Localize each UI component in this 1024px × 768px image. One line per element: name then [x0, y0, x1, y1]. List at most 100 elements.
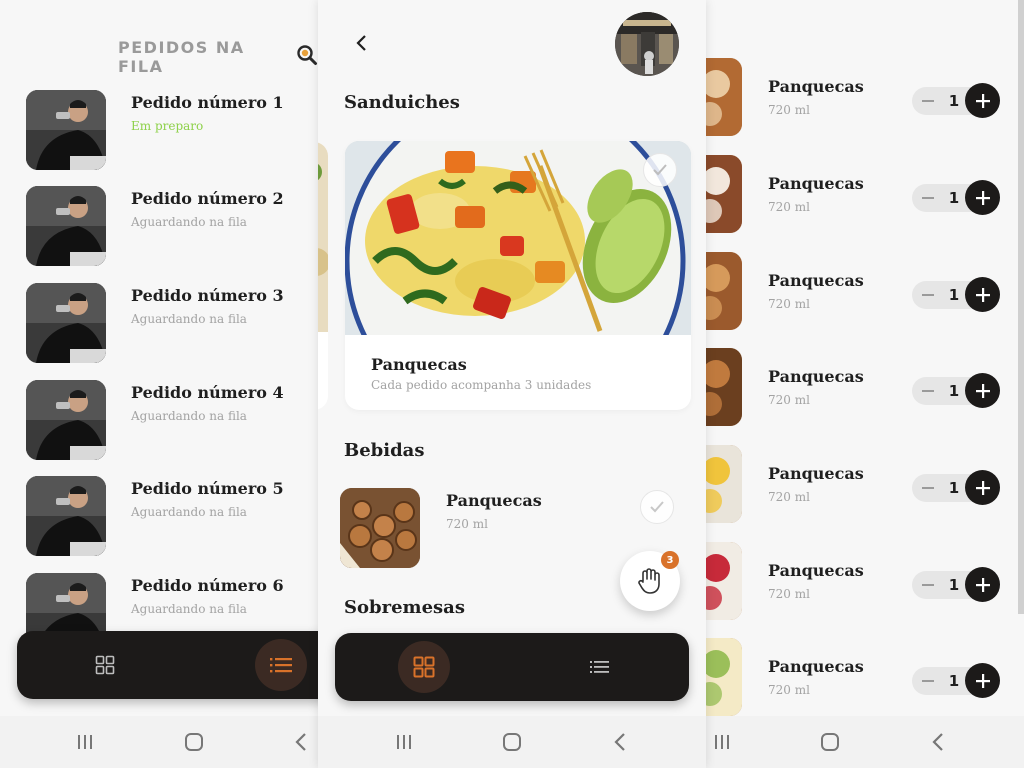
- recents-icon[interactable]: [710, 730, 734, 754]
- increase-button[interactable]: [965, 663, 1000, 698]
- order-item[interactable]: Pedido número 1 Em preparo: [26, 90, 306, 170]
- plus-icon: [975, 190, 990, 205]
- order-status: Aguardando na fila: [131, 312, 247, 326]
- increase-button[interactable]: [965, 180, 1000, 215]
- home-icon[interactable]: [818, 730, 842, 754]
- cart-item: Panquecas 720 ml 1: [706, 348, 1024, 428]
- item-thumbnail: [706, 155, 742, 233]
- select-check-button[interactable]: [643, 153, 677, 187]
- item-name: Panquecas: [768, 657, 864, 676]
- minus-icon: [922, 100, 934, 102]
- nav-grid-button[interactable]: [398, 641, 450, 693]
- increase-button[interactable]: [965, 567, 1000, 602]
- minus-icon: [922, 390, 934, 392]
- section-title-sandwiches: Sanduiches: [344, 92, 460, 113]
- drink-size: 720 ml: [446, 517, 488, 531]
- decrease-button[interactable]: [918, 285, 938, 305]
- scrollbar[interactable]: [1018, 0, 1024, 614]
- customer-photo: [26, 283, 106, 363]
- queue-header: PEDIDOS NA FILA: [118, 38, 318, 76]
- minus-icon: [922, 487, 934, 489]
- system-navigation-bar: [318, 716, 706, 768]
- cart-item: Panquecas 720 ml 1: [706, 445, 1024, 525]
- order-item[interactable]: Pedido número 2 Aguardando na fila: [26, 186, 306, 266]
- recents-icon[interactable]: [392, 730, 416, 754]
- cart-item: Panquecas 720 ml 1: [706, 252, 1024, 332]
- item-size: 720 ml: [768, 200, 810, 214]
- drink-thumbnail[interactable]: [340, 488, 420, 568]
- nav-list-button[interactable]: [574, 641, 626, 693]
- featured-product-card[interactable]: Panquecas Cada pedido acompanha 3 unidad…: [345, 141, 691, 410]
- order-status: Aguardando na fila: [131, 602, 247, 616]
- minus-icon: [922, 584, 934, 586]
- hand-icon: [638, 568, 660, 594]
- cart-screen: Panquecas 720 ml 1 Panquecas 720 ml 1 Panqueca…: [706, 0, 1024, 768]
- decrease-button[interactable]: [918, 671, 938, 691]
- cart-item: Panquecas 720 ml 1: [706, 542, 1024, 622]
- quantity-value: 1: [948, 92, 960, 110]
- increase-button[interactable]: [965, 83, 1000, 118]
- nav-grid-button[interactable]: [79, 639, 131, 691]
- order-status: Aguardando na fila: [131, 409, 247, 423]
- decrease-button[interactable]: [918, 91, 938, 111]
- customer-photo: [26, 186, 106, 266]
- quantity-value: 1: [948, 286, 960, 304]
- order-title: Pedido número 4: [131, 383, 284, 402]
- item-name: Panquecas: [768, 174, 864, 193]
- section-title-desserts: Sobremesas: [344, 597, 465, 618]
- section-title-drinks: Bebidas: [344, 440, 425, 461]
- store-avatar[interactable]: [615, 12, 679, 76]
- order-item[interactable]: Pedido número 4 Aguardando na fila: [26, 380, 306, 460]
- plus-icon: [975, 577, 990, 592]
- menu-screen: Sanduiches Panquecas Cada pedido acompan…: [318, 0, 706, 768]
- drink-name: Panquecas: [446, 491, 542, 510]
- order-status: Em preparo: [131, 119, 204, 133]
- item-thumbnail: [706, 348, 742, 426]
- item-size: 720 ml: [768, 393, 810, 407]
- increase-button[interactable]: [965, 470, 1000, 505]
- drink-select-check[interactable]: [640, 490, 674, 524]
- previous-card-peek[interactable]: [318, 142, 328, 410]
- minus-icon: [922, 680, 934, 682]
- cart-item: Panquecas 720 ml 1: [706, 58, 1024, 138]
- item-thumbnail: [706, 252, 742, 330]
- back-icon[interactable]: [608, 730, 632, 754]
- item-name: Panquecas: [768, 561, 864, 580]
- back-button[interactable]: [348, 30, 374, 56]
- order-title: Pedido número 5: [131, 479, 284, 498]
- order-item[interactable]: Pedido número 3 Aguardando na fila: [26, 283, 306, 363]
- system-navigation-bar: [0, 716, 318, 768]
- card-subtitle: Cada pedido acompanha 3 unidades: [371, 378, 592, 392]
- search-icon[interactable]: [296, 44, 318, 70]
- plus-icon: [975, 383, 990, 398]
- plus-icon: [975, 480, 990, 495]
- order-title: Pedido número 1: [131, 93, 284, 112]
- recents-icon[interactable]: [73, 730, 97, 754]
- bottom-nav-bar: [335, 633, 689, 701]
- home-icon[interactable]: [182, 730, 206, 754]
- customer-photo: [26, 380, 106, 460]
- item-thumbnail: [706, 638, 742, 716]
- home-icon[interactable]: [500, 730, 524, 754]
- grid-icon: [413, 656, 435, 678]
- decrease-button[interactable]: [918, 188, 938, 208]
- back-icon[interactable]: [926, 730, 950, 754]
- nav-list-button[interactable]: [255, 639, 307, 691]
- increase-button[interactable]: [965, 277, 1000, 312]
- item-thumbnail: [706, 445, 742, 523]
- increase-button[interactable]: [965, 373, 1000, 408]
- order-item[interactable]: Pedido número 5 Aguardando na fila: [26, 476, 306, 556]
- item-size: 720 ml: [768, 490, 810, 504]
- customer-photo: [26, 476, 106, 556]
- item-name: Panquecas: [768, 367, 864, 386]
- queue-title: PEDIDOS NA FILA: [118, 38, 245, 76]
- minus-icon: [922, 197, 934, 199]
- grid-icon: [95, 655, 115, 675]
- minus-icon: [922, 294, 934, 296]
- decrease-button[interactable]: [918, 478, 938, 498]
- decrease-button[interactable]: [918, 381, 938, 401]
- list-icon: [270, 658, 292, 673]
- back-icon[interactable]: [289, 730, 313, 754]
- chevron-left-icon: [356, 35, 366, 51]
- decrease-button[interactable]: [918, 575, 938, 595]
